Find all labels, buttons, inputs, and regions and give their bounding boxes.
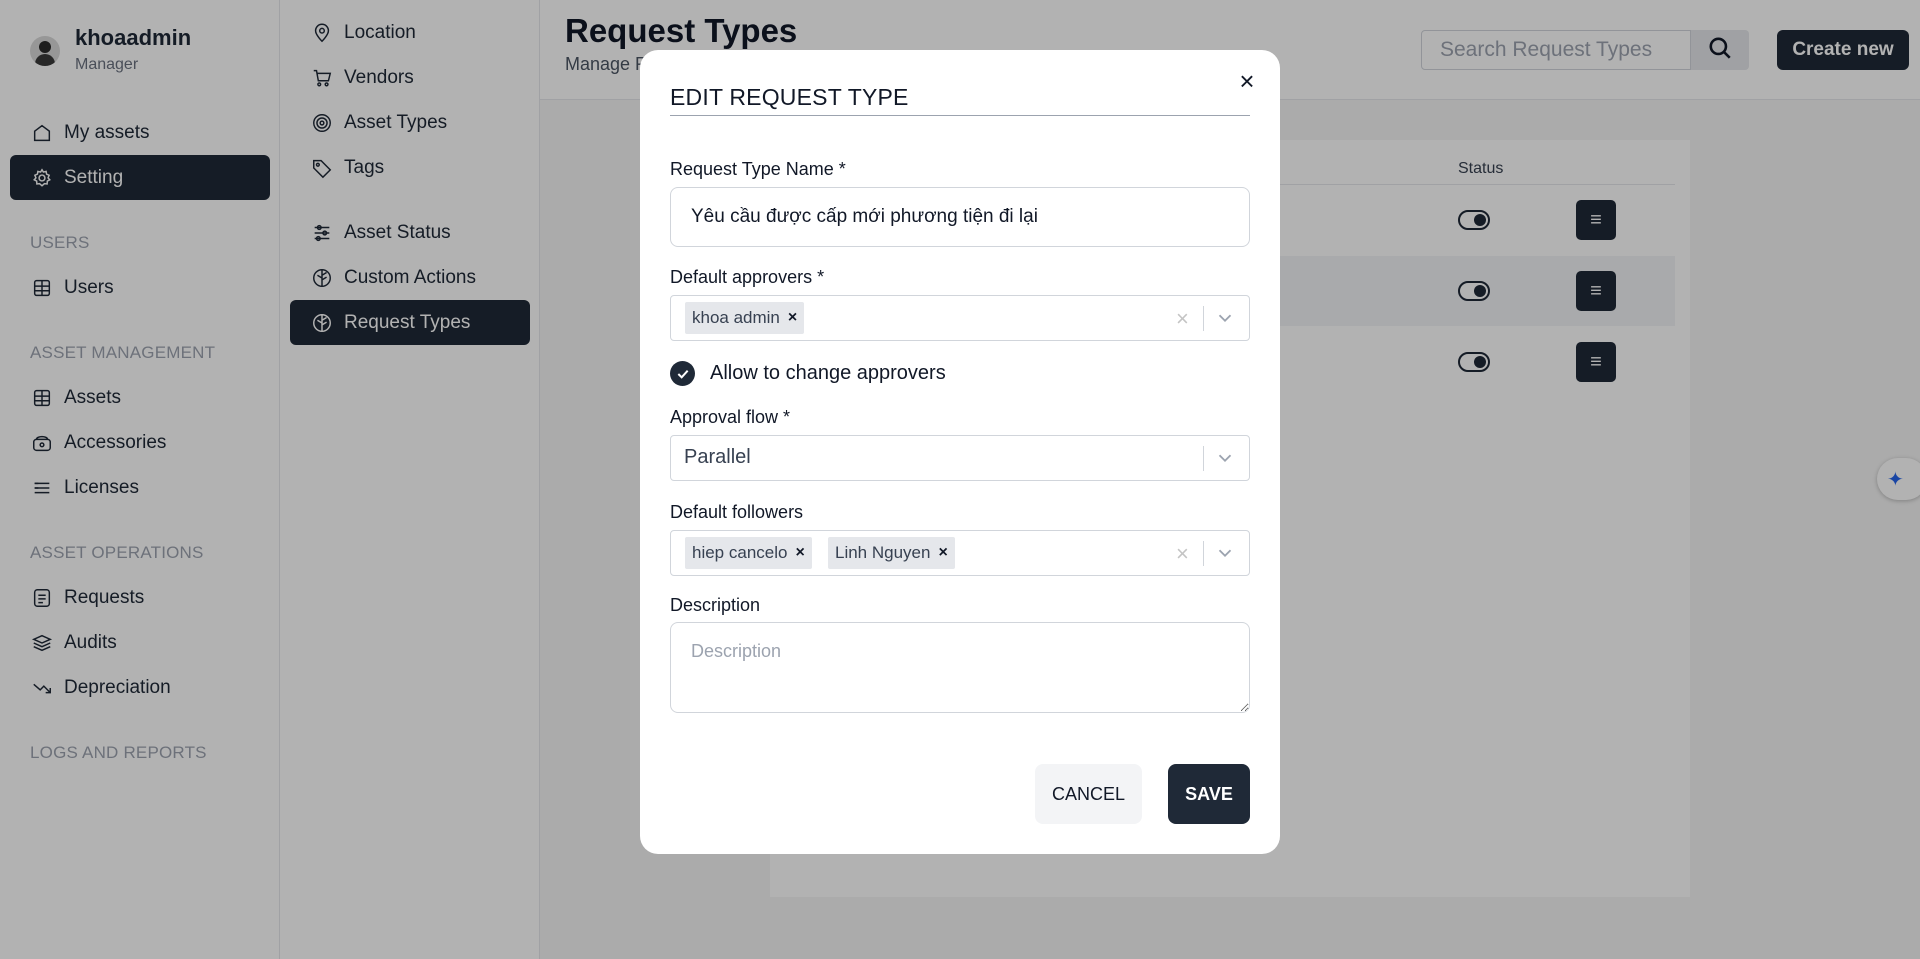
save-button[interactable]: SAVE [1168,764,1250,824]
approval-flow-value: Parallel [684,446,751,468]
chevron-down-icon[interactable] [1214,307,1238,331]
modal-divider [670,115,1250,116]
default-followers-label: Default followers [670,502,804,522]
close-icon[interactable]: × [1232,66,1262,96]
remove-chip-icon[interactable]: × [938,544,947,562]
default-approvers-label: Default approvers * [670,267,825,287]
select-separator [1203,541,1204,566]
edit-request-type-modal: EDIT REQUEST TYPE × Request Type Name * … [640,50,1280,854]
chip-label: khoa admin [692,308,780,327]
clear-icon[interactable]: × [1176,541,1189,567]
chevron-down-icon[interactable] [1214,447,1238,471]
cancel-button[interactable]: CANCEL [1035,764,1142,824]
chevron-down-icon[interactable] [1214,542,1238,566]
select-separator [1203,306,1204,331]
select-separator [1203,446,1204,471]
default-approvers-select[interactable]: khoa admin × × [670,295,1250,341]
check-icon [677,369,688,379]
allow-change-approvers-label[interactable]: Allow to change approvers [710,362,946,385]
chip-label: hiep cancelo [692,543,788,562]
clear-icon[interactable]: × [1176,306,1189,332]
request-type-name-label: Request Type Name * [670,159,846,179]
modal-title: EDIT REQUEST TYPE [670,84,909,110]
approver-chip: khoa admin × [685,302,805,334]
description-label: Description [670,595,761,615]
follower-chip: Linh Nguyen × [828,537,955,569]
approval-flow-select[interactable]: Parallel [670,435,1250,481]
follower-chip: hiep cancelo × [685,537,812,569]
default-followers-select[interactable]: hiep cancelo × Linh Nguyen × × [670,530,1250,576]
remove-chip-icon[interactable]: × [788,309,797,327]
request-type-name-input[interactable] [670,187,1250,247]
approval-flow-label: Approval flow * [670,407,791,427]
allow-change-approvers-checkbox[interactable] [670,361,695,386]
chip-label: Linh Nguyen [835,543,931,562]
remove-chip-icon[interactable]: × [795,544,804,562]
description-textarea[interactable] [670,622,1250,713]
